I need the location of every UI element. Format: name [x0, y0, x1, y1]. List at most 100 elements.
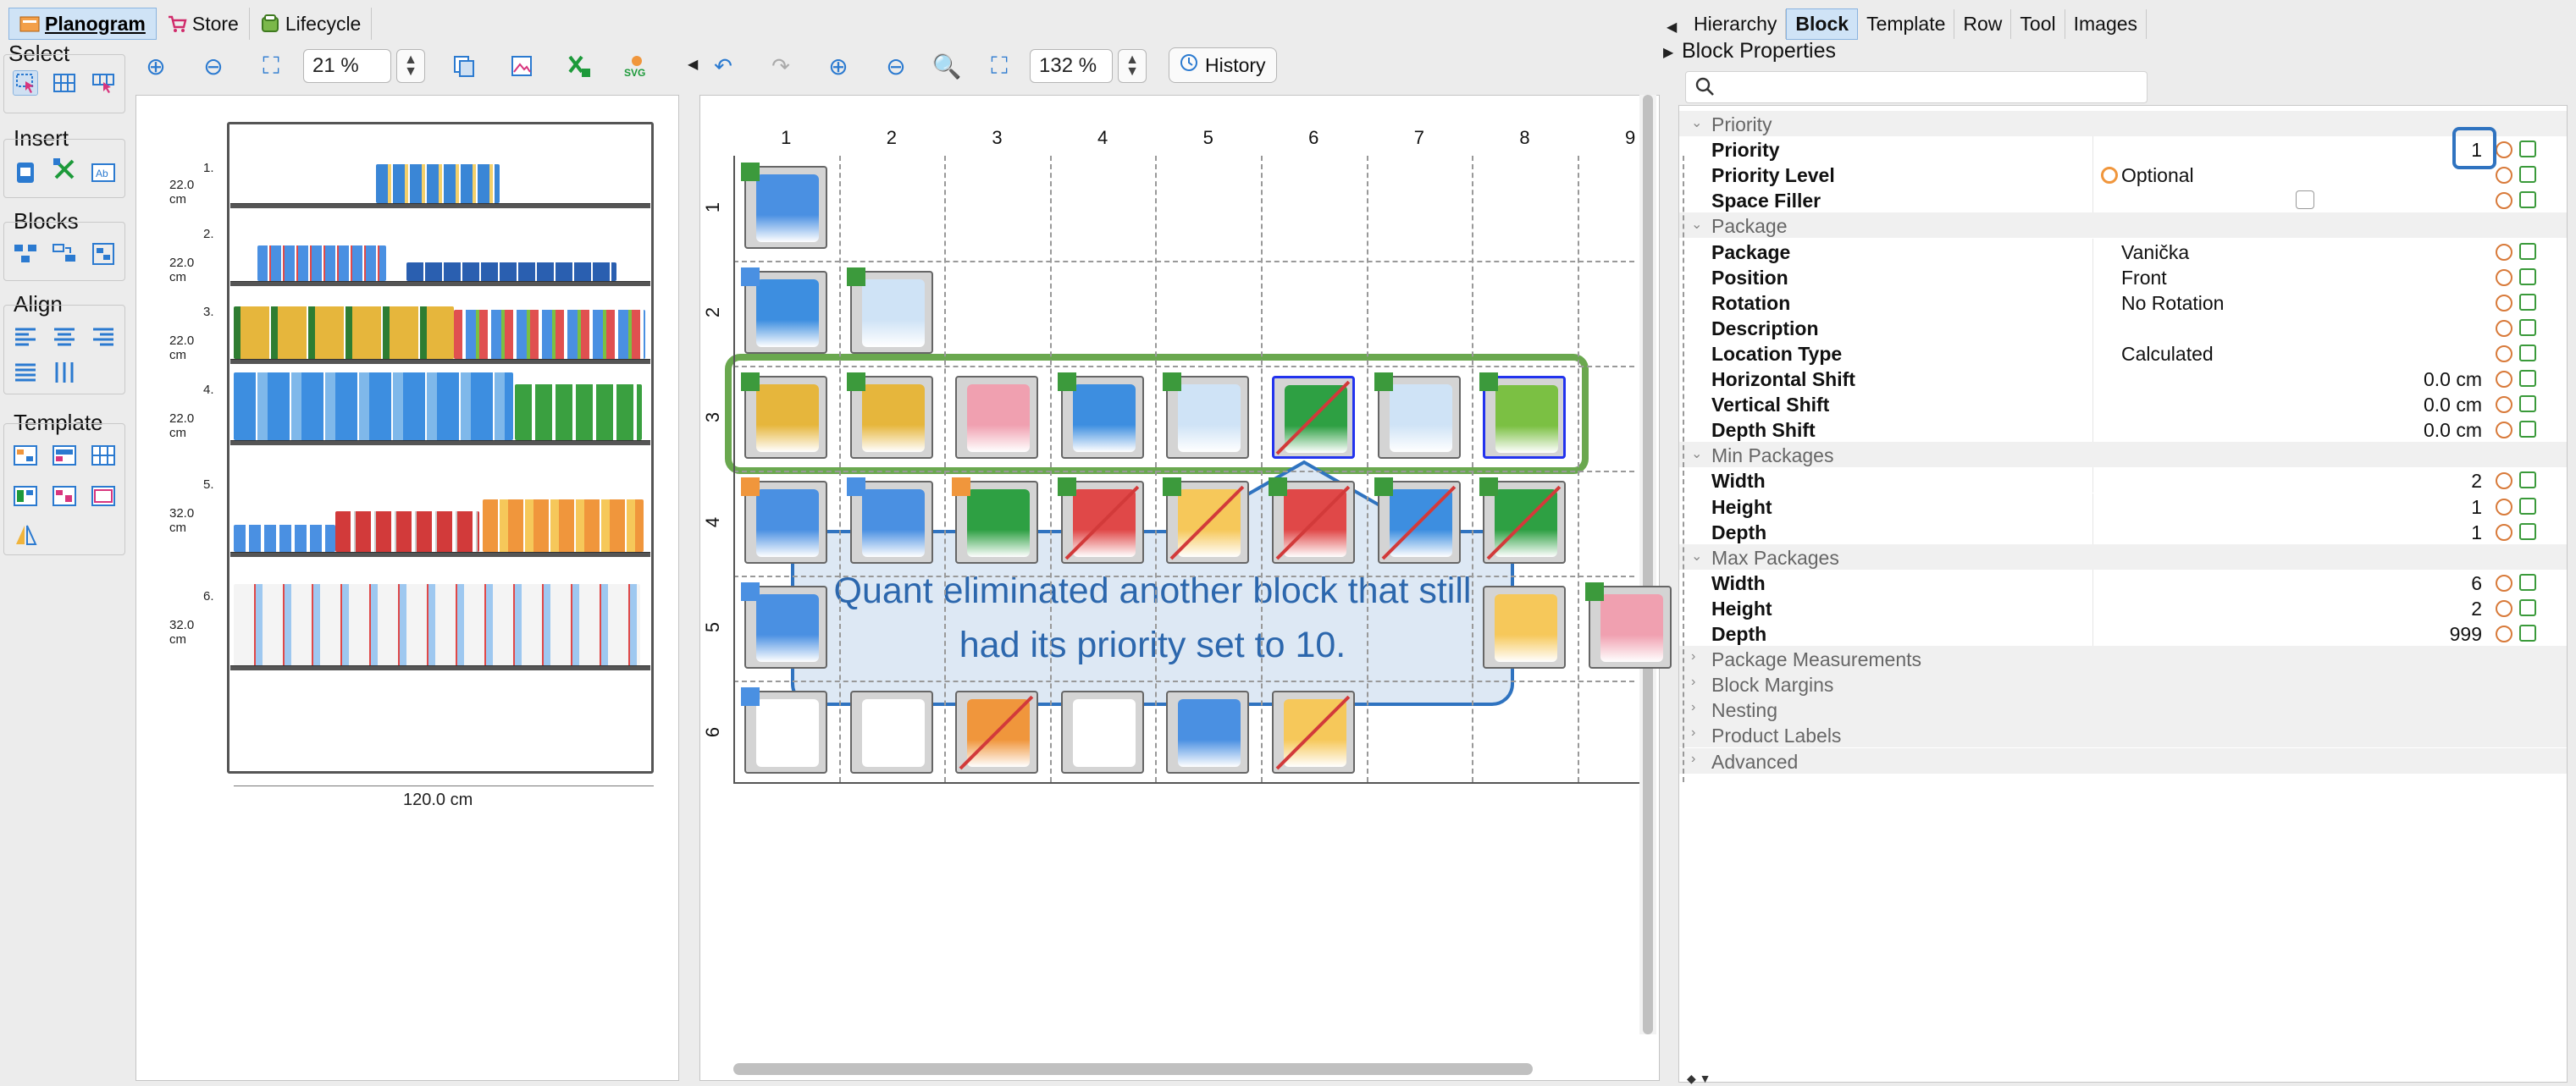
inherit-icon[interactable] [2519, 471, 2536, 489]
property-value[interactable]: Calculated [2121, 343, 2214, 366]
reset-icon[interactable] [2496, 141, 2512, 159]
zoom-out-icon[interactable]: ⊖ [196, 49, 230, 83]
tab-hierarchy[interactable]: Hierarchy [1685, 8, 1787, 39]
tab-row[interactable]: Row [1954, 8, 2012, 39]
align-right-icon[interactable] [91, 324, 116, 350]
property-row[interactable]: Depth Shift 0.0 cm [1679, 416, 2567, 443]
inherit-icon[interactable] [2519, 242, 2536, 260]
tab-block[interactable]: Block [1786, 8, 1859, 40]
reset-icon[interactable] [2496, 422, 2512, 439]
product-cell[interactable] [1166, 691, 1250, 774]
property-row[interactable]: Width 2 [1679, 467, 2567, 493]
mirror-icon[interactable] [13, 522, 38, 548]
property-row[interactable]: Horizontal Shift 0.0 cm [1679, 366, 2567, 391]
zoom-out-icon[interactable]: ⊖ [879, 49, 913, 83]
property-section[interactable]: › Advanced [1679, 747, 2567, 774]
property-section[interactable]: ⌄ Min Packages [1679, 442, 2567, 468]
reset-icon[interactable] [2496, 574, 2512, 592]
reset-icon[interactable] [2496, 396, 2512, 414]
property-value[interactable]: Front [2121, 267, 2167, 289]
product-cell[interactable] [849, 691, 933, 774]
select-pointer-icon[interactable] [13, 70, 38, 96]
grid-zoom-stepper[interactable]: ▲ ▼ [1118, 49, 1147, 83]
property-value[interactable]: 1 [2471, 496, 2482, 519]
product-cell[interactable] [955, 376, 1039, 459]
collapse-right-icon[interactable]: ▶ [1663, 44, 1673, 61]
reset-icon[interactable] [2496, 192, 2512, 210]
property-row[interactable]: Space Filler [1679, 187, 2567, 213]
template-grid-icon[interactable] [91, 443, 116, 468]
vertical-scrollbar[interactable] [1639, 95, 1656, 1034]
property-row[interactable]: Depth 999 [1679, 620, 2567, 646]
svg-export-icon[interactable]: SVG [620, 49, 654, 83]
reset-icon[interactable] [2496, 626, 2512, 642]
property-row[interactable]: Location Type Calculated [1679, 339, 2567, 366]
reset-icon[interactable] [2496, 498, 2512, 515]
property-section[interactable]: › Package Measurements [1679, 646, 2567, 672]
inherit-icon[interactable] [2519, 573, 2536, 591]
template-a-icon[interactable] [13, 443, 38, 468]
property-row[interactable]: Vertical Shift 0.0 cm [1679, 391, 2567, 417]
property-value[interactable]: 1 [2471, 521, 2482, 544]
property-value[interactable]: 0.0 cm [2424, 394, 2482, 416]
property-row[interactable]: Description [1679, 314, 2567, 340]
product-cell[interactable] [1483, 586, 1567, 669]
distribute-columns-icon[interactable] [52, 360, 77, 385]
reset-icon[interactable] [2496, 167, 2512, 185]
fit-icon[interactable]: ⛶ [982, 49, 1016, 83]
select-grid-icon[interactable] [52, 70, 77, 96]
property-section[interactable]: ⌄ Package [1679, 212, 2567, 239]
tab-planogram[interactable]: Planogram [8, 8, 157, 40]
property-section[interactable]: ⌄ Max Packages [1679, 543, 2567, 570]
inherit-icon[interactable] [2519, 625, 2536, 642]
image-export-icon[interactable] [505, 49, 539, 83]
insert-blocker-icon[interactable] [52, 157, 77, 182]
property-value[interactable]: Optional [2121, 164, 2194, 187]
property-row[interactable]: Priority Level Optional [1679, 162, 2567, 188]
property-row[interactable]: Priority 1 [1679, 136, 2567, 163]
block-group-icon[interactable] [91, 241, 116, 267]
inherit-icon[interactable] [2519, 318, 2536, 336]
overview-zoom-field[interactable]: 21 % [303, 49, 391, 83]
overview-zoom-stepper[interactable]: ▲ ▼ [396, 49, 425, 83]
property-value[interactable]: 6 [2471, 572, 2482, 595]
inherit-icon[interactable] [2519, 522, 2536, 540]
property-row[interactable]: Package Vanička [1679, 238, 2567, 264]
property-value[interactable]: 0.0 cm [2424, 368, 2482, 391]
reset-icon[interactable] [2496, 523, 2512, 541]
align-center-icon[interactable] [52, 324, 77, 350]
resize-handle-icon[interactable]: ◆ ▼ [1687, 1072, 1711, 1086]
template-c-icon[interactable] [13, 483, 38, 509]
redo-icon[interactable]: ↷ [764, 49, 798, 83]
grid-zoom-field[interactable]: 132 % [1030, 49, 1113, 83]
tab-template[interactable]: Template [1858, 8, 1955, 39]
tab-lifecycle[interactable]: Lifecycle [250, 8, 373, 40]
property-value[interactable]: 2 [2471, 598, 2482, 620]
property-row[interactable]: Position Front [1679, 263, 2567, 289]
property-row[interactable]: Width 6 [1679, 569, 2567, 595]
inherit-icon[interactable] [2519, 395, 2536, 413]
property-value[interactable]: Vanička [2121, 241, 2189, 264]
tab-store[interactable]: Store [157, 8, 250, 40]
zoom-in-icon[interactable]: ⊕ [821, 49, 855, 83]
history-button[interactable]: History [1169, 47, 1277, 83]
inherit-icon[interactable] [2519, 293, 2536, 311]
template-b-icon[interactable] [52, 443, 77, 468]
inherit-icon[interactable] [2519, 344, 2536, 361]
select-area-icon[interactable] [91, 70, 116, 96]
template-e-icon[interactable] [91, 483, 116, 509]
excel-export-icon[interactable] [562, 49, 596, 83]
property-row[interactable]: Height 1 [1679, 493, 2567, 519]
horizontal-scrollbar[interactable] [733, 1063, 1533, 1075]
inherit-icon[interactable] [2519, 497, 2536, 515]
block-split-icon[interactable] [13, 241, 38, 267]
align-justify-icon[interactable] [13, 360, 38, 385]
reset-icon[interactable] [2496, 268, 2512, 286]
inherit-icon[interactable] [2519, 191, 2536, 209]
property-search-input[interactable] [1685, 71, 2148, 103]
zoom-in-icon[interactable]: ⊕ [139, 49, 173, 83]
property-section[interactable]: ⌄ Priority [1679, 111, 2567, 136]
reset-icon[interactable] [2496, 599, 2512, 617]
inherit-icon[interactable] [2519, 166, 2536, 184]
reset-icon[interactable] [2496, 243, 2512, 261]
